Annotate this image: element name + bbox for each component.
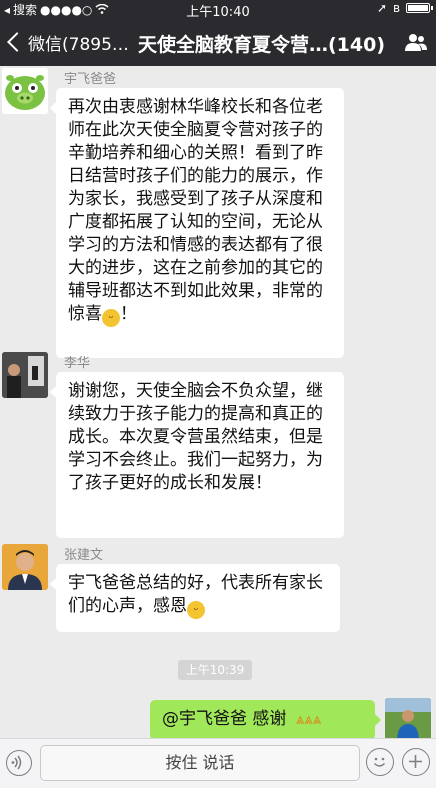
sender-name: 张建文	[64, 548, 104, 563]
message-bubble[interactable]: 谢谢您，天使全脑会不负众望，继续致力于孩子能力的提高和真正的成长。本次夏令营虽然…	[50, 372, 344, 538]
battery-level	[408, 5, 428, 11]
message-bubble[interactable]: 再次由衷感谢林华峰校长和各位老师在此次天使全脑夏令营对孩子的辛勤培养和细心的关照…	[50, 88, 344, 358]
voice-icon[interactable]	[6, 750, 32, 776]
battery-icon	[406, 3, 433, 13]
emoji-icon[interactable]	[366, 748, 394, 776]
avatar-photo[interactable]	[2, 352, 48, 398]
pray-emoji-icon: ᵕ	[187, 601, 205, 619]
back-button[interactable]: 微信(7895…	[4, 28, 129, 56]
status-right: ➚ ʙ	[376, 1, 433, 15]
avatar-pig[interactable]	[2, 68, 48, 114]
avatar-photo[interactable]	[2, 544, 48, 590]
avatar-self[interactable]	[385, 698, 431, 738]
hold-to-talk-button[interactable]: 按住 说话	[40, 745, 360, 781]
bluetooth-icon: ʙ	[393, 1, 400, 15]
back-label: 微信(7895…	[28, 34, 129, 55]
input-bar: 按住 说话	[0, 738, 436, 788]
clap-emoji-icon: ⩓⩓⩓	[295, 710, 322, 728]
chat-area[interactable]: 宇飞爸爸 再次由衷感谢林华峰校长和各位老师在此次天使全脑夏令营对孩子的辛勤培养和…	[0, 66, 436, 738]
sender-name: 宇飞爸爸	[64, 72, 117, 87]
chevron-left-icon	[7, 32, 27, 52]
group-people-icon[interactable]	[404, 32, 428, 54]
message-text: 谢谢您，天使全脑会不负众望，继续致力于孩子能力的提高和真正的成长。本次夏令营虽然…	[68, 381, 323, 493]
message-bubble[interactable]: 宇飞爸爸总结的好，代表所有家长们的心声，感恩 ᵕ	[50, 564, 340, 632]
message-text-end: ！	[120, 304, 137, 324]
grin-emoji-icon: ᵕ	[102, 309, 120, 327]
plus-icon[interactable]	[402, 748, 430, 776]
location-icon: ➚	[376, 1, 388, 15]
message-text: 再次由衷感谢林华峰校长和各位老师在此次天使全脑夏令营对孩子的辛勤培养和细心的关照…	[68, 97, 323, 324]
sender-name: 李华	[64, 356, 91, 371]
my-message-bubble[interactable]: @宇飞爸爸 感谢 ⩓⩓⩓	[150, 700, 381, 738]
nav-bar: 微信(7895… 天使全脑教育夏令营…(140)	[0, 18, 436, 66]
my-message-text: @宇飞爸爸 感谢	[162, 709, 287, 729]
status-bar: ◂ 搜索 ●●●●○ 上午10:40 ➚ ʙ	[0, 0, 436, 20]
time-divider: 上午10:39	[178, 660, 252, 680]
chat-title: 天使全脑教育夏令营…(140)	[138, 34, 386, 56]
